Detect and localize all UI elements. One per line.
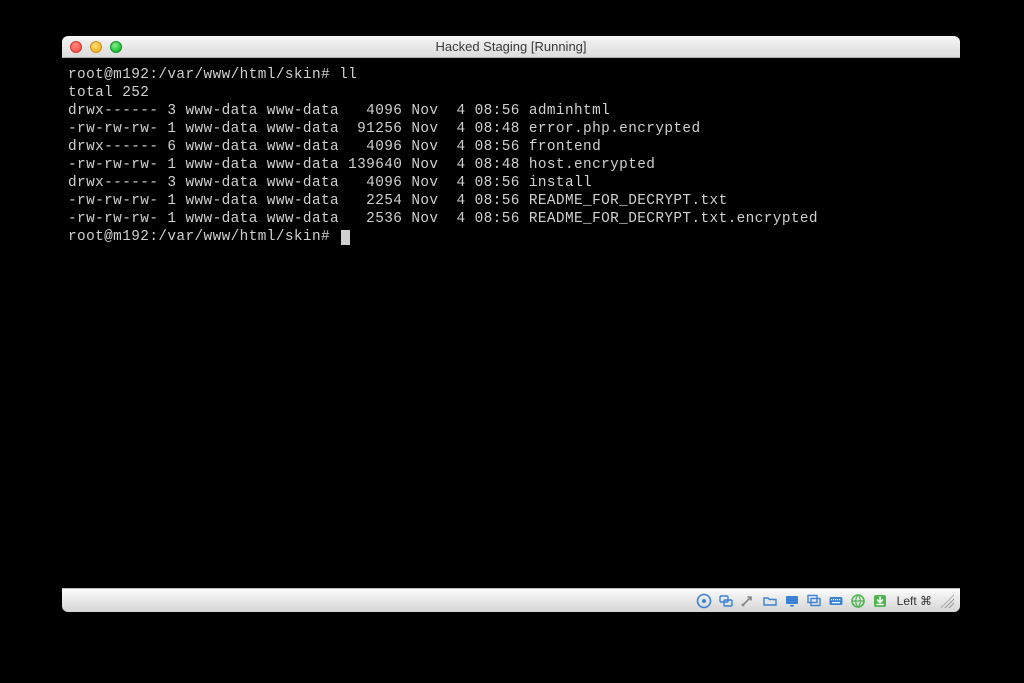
resize-grip-icon[interactable] xyxy=(940,594,954,608)
display-icon[interactable] xyxy=(783,592,801,610)
windows-icon[interactable] xyxy=(805,592,823,610)
folder-icon[interactable] xyxy=(761,592,779,610)
terminal-output[interactable]: root@m192:/var/www/html/skin# ll total 2… xyxy=(62,58,960,588)
disc-icon[interactable] xyxy=(695,592,713,610)
usb-icon[interactable] xyxy=(739,592,757,610)
download-icon[interactable] xyxy=(871,592,889,610)
globe-icon[interactable] xyxy=(849,592,867,610)
cursor xyxy=(341,230,350,245)
keyboard-icon[interactable] xyxy=(827,592,845,610)
network-icon[interactable] xyxy=(717,592,735,610)
zoom-icon[interactable] xyxy=(110,41,122,53)
vm-window: Hacked Staging [Running] root@m192:/var/… xyxy=(62,36,960,612)
statusbar: Left ⌘ xyxy=(62,588,960,612)
window-title: Hacked Staging [Running] xyxy=(62,39,960,54)
traffic-lights xyxy=(70,41,122,53)
titlebar[interactable]: Hacked Staging [Running] xyxy=(62,36,960,58)
status-icons xyxy=(695,592,889,610)
host-key-label: Left ⌘ xyxy=(897,594,932,608)
close-icon[interactable] xyxy=(70,41,82,53)
minimize-icon[interactable] xyxy=(90,41,102,53)
